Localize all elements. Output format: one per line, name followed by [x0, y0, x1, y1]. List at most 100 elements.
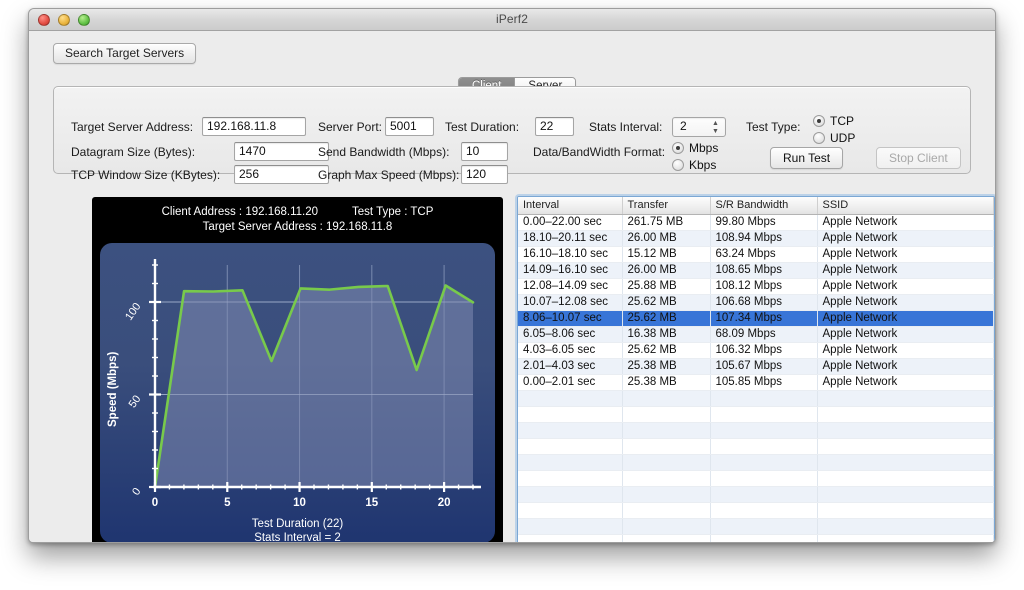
cell-interval: 0.00–22.00 sec	[518, 214, 623, 231]
cell-bandwidth: 106.68 Mbps	[710, 294, 818, 311]
cell-ssid: Apple Network	[817, 374, 994, 391]
table-row[interactable]: 16.10–18.10 sec 15.12 MB 63.24 Mbps Apple N…	[518, 246, 994, 263]
table-row-empty[interactable]	[518, 390, 994, 407]
cell-empty	[518, 518, 623, 535]
cell-bandwidth: 105.67 Mbps	[710, 358, 818, 375]
cell-empty	[518, 390, 623, 407]
radio-tcp-icon[interactable]	[813, 115, 825, 127]
table-row[interactable]: 0.00–2.01 sec 25.38 MB 105.85 Mbps Apple Ne…	[518, 374, 994, 391]
target-server-address-input[interactable]: 192.168.11.8	[202, 117, 306, 136]
table-row-empty[interactable]	[518, 422, 994, 439]
svg-text:0: 0	[130, 486, 143, 498]
cell-bandwidth: 108.12 Mbps	[710, 278, 818, 295]
table-row[interactable]: 6.05–8.06 sec 16.38 MB 68.09 Mbps Apple Net…	[518, 326, 994, 343]
cell-interval: 18.10–20.11 sec	[518, 230, 623, 247]
cell-empty	[622, 422, 711, 439]
graph-test-type: Test Type : TCP	[352, 206, 434, 218]
table-row-empty[interactable]	[518, 518, 994, 535]
svg-text:20: 20	[438, 497, 451, 509]
cell-interval: 4.03–6.05 sec	[518, 342, 623, 359]
table-row-empty[interactable]	[518, 438, 994, 455]
graph-caption-duration: Test Duration (22)	[251, 518, 344, 530]
column-header-ssid[interactable]: SSID	[817, 197, 994, 215]
cell-empty	[518, 502, 623, 519]
cell-transfer: 25.38 MB	[622, 374, 711, 391]
tcp-window-size-input[interactable]: 256	[234, 165, 329, 184]
results-table-panel[interactable]: Interval Transfer S/R Bandwidth SSID 0.0…	[517, 196, 995, 542]
table-row[interactable]: 2.01–4.03 sec 25.38 MB 105.67 Mbps Apple Ne…	[518, 358, 994, 375]
cell-interval: 8.06–10.07 sec	[518, 310, 623, 327]
cell-transfer: 26.00 MB	[622, 230, 711, 247]
cell-ssid: Apple Network	[817, 262, 994, 279]
stats-interval-stepper[interactable]: 2 ▲ ▼	[672, 117, 726, 137]
table-row-empty[interactable]	[518, 486, 994, 503]
test-duration-input[interactable]: 22	[535, 117, 574, 136]
graph-max-speed-input[interactable]: 120	[461, 165, 508, 184]
table-row[interactable]: 4.03–6.05 sec 25.62 MB 106.32 Mbps Apple Ne…	[518, 342, 994, 359]
table-row[interactable]: 12.08–14.09 sec 25.88 MB 108.12 Mbps Apple …	[518, 278, 994, 295]
app-window: iPerf2 Search Target Servers Client Serv…	[28, 8, 996, 543]
table-row-empty[interactable]	[518, 406, 994, 423]
cell-ssid: Apple Network	[817, 326, 994, 343]
radio-format-mbps[interactable]: Mbps	[672, 141, 718, 155]
cell-ssid: Apple Network	[817, 278, 994, 295]
cell-empty	[710, 518, 818, 535]
stats-interval-label: Stats Interval:	[589, 120, 663, 134]
server-port-input[interactable]: 5001	[385, 117, 434, 136]
radio-mbps-icon[interactable]	[672, 142, 684, 154]
radio-format-kbps[interactable]: Kbps	[672, 158, 716, 172]
column-header-bandwidth[interactable]: S/R Bandwidth	[710, 197, 818, 215]
table-row[interactable]: 18.10–20.11 sec 26.00 MB 108.94 Mbps Apple …	[518, 230, 994, 247]
stats-interval-value: 2	[680, 119, 687, 133]
radio-kbps-icon[interactable]	[672, 159, 684, 171]
table-header-row: Interval Transfer S/R Bandwidth SSID	[518, 197, 994, 215]
table-body: 0.00–22.00 sec 261.75 MB 99.80 Mbps Apple N…	[518, 214, 994, 542]
test-type-label: Test Type:	[746, 120, 801, 134]
datagram-size-input[interactable]: 1470	[234, 142, 329, 161]
speed-graph-panel: Client Address : 192.168.11.20 Test Type…	[92, 197, 503, 542]
cell-empty	[710, 422, 818, 439]
cell-transfer: 261.75 MB	[622, 214, 711, 231]
cell-empty	[817, 454, 994, 471]
test-duration-label: Test Duration:	[445, 120, 520, 134]
stepper-arrows-icon[interactable]: ▲ ▼	[711, 120, 720, 135]
cell-ssid: Apple Network	[817, 358, 994, 375]
graph-plot-area: 0 50 100 0 5 10 15 20 Speed (Mbps)	[100, 243, 495, 542]
cell-empty	[622, 518, 711, 535]
table-row[interactable]: 10.07–12.08 sec 25.62 MB 106.68 Mbps Apple …	[518, 294, 994, 311]
cell-empty	[622, 406, 711, 423]
cell-bandwidth: 108.94 Mbps	[710, 230, 818, 247]
cell-interval: 6.05–8.06 sec	[518, 326, 623, 343]
column-header-transfer[interactable]: Transfer	[622, 197, 711, 215]
cell-ssid: Apple Network	[817, 294, 994, 311]
send-bandwidth-input[interactable]: 10	[461, 142, 508, 161]
cell-empty	[622, 390, 711, 407]
cell-empty	[710, 502, 818, 519]
radio-udp-icon[interactable]	[813, 132, 825, 144]
cell-empty	[710, 470, 818, 487]
table-row[interactable]: 14.09–16.10 sec 26.00 MB 108.65 Mbps Apple …	[518, 262, 994, 279]
datagram-size-label: Datagram Size (Bytes):	[71, 145, 196, 159]
graph-header: Client Address : 192.168.11.20 Test Type…	[92, 205, 503, 235]
server-port-label: Server Port:	[318, 120, 383, 134]
cell-ssid: Apple Network	[817, 214, 994, 231]
radio-kbps-label: Kbps	[689, 158, 717, 172]
cell-ssid: Apple Network	[817, 342, 994, 359]
run-test-button[interactable]: Run Test	[770, 147, 844, 169]
table-row[interactable]: 0.00–22.00 sec 261.75 MB 99.80 Mbps Apple N…	[518, 214, 994, 231]
cell-empty	[817, 534, 994, 542]
radio-tcp-label: TCP	[830, 114, 854, 128]
radio-test-type-tcp[interactable]: TCP	[813, 114, 854, 128]
table-row-empty[interactable]	[518, 454, 994, 471]
cell-interval: 16.10–18.10 sec	[518, 246, 623, 263]
table-row-empty[interactable]	[518, 534, 994, 542]
search-target-servers-button[interactable]: Search Target Servers	[53, 43, 197, 64]
radio-test-type-udp[interactable]: UDP	[813, 131, 855, 145]
column-header-interval[interactable]: Interval	[518, 197, 623, 215]
graph-svg: 0 50 100 0 5 10 15 20 Speed (Mbps)	[107, 259, 481, 509]
cell-bandwidth: 63.24 Mbps	[710, 246, 818, 263]
table-row[interactable]: 8.06–10.07 sec 25.62 MB 107.34 Mbps Apple N…	[518, 310, 994, 327]
table-row-empty[interactable]	[518, 502, 994, 519]
table-row-empty[interactable]	[518, 470, 994, 487]
cell-transfer: 25.38 MB	[622, 358, 711, 375]
